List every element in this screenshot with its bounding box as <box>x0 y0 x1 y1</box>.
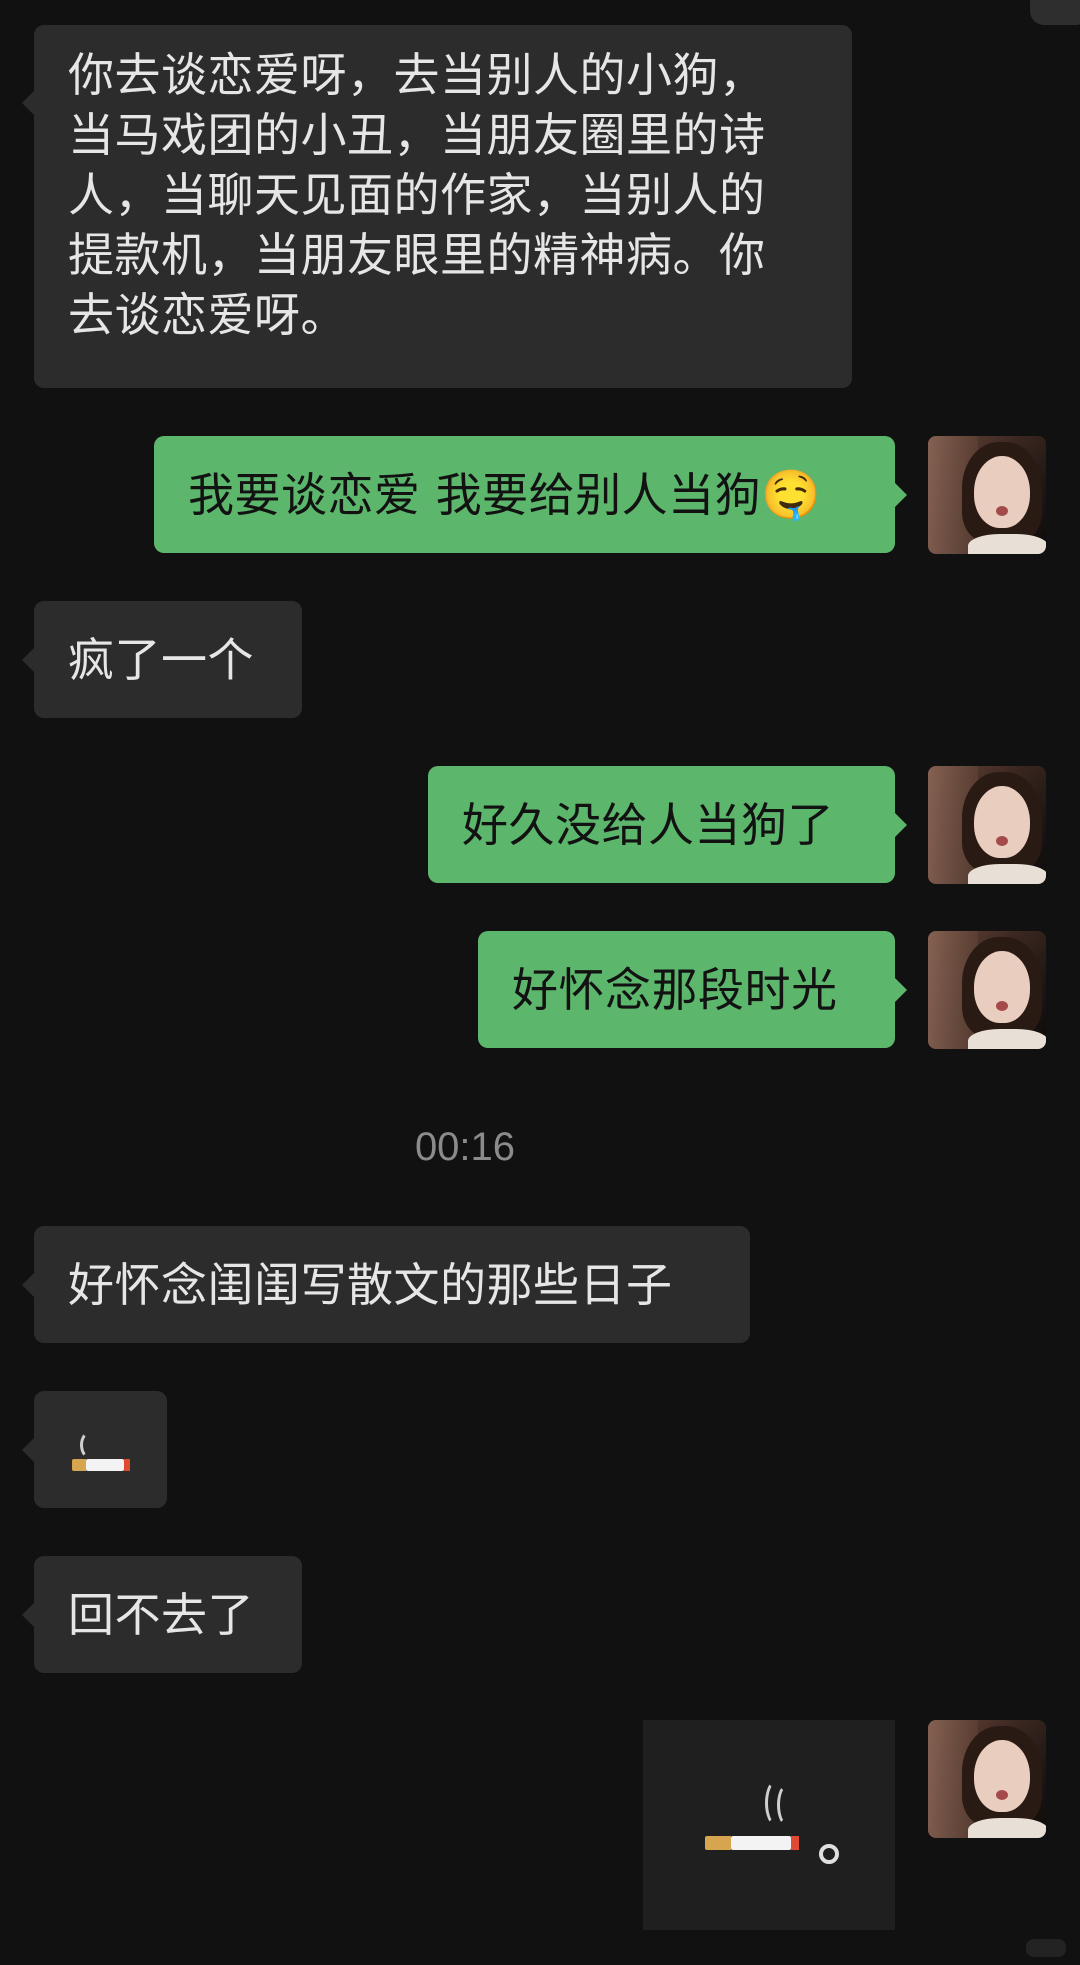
message-line: 提款机，当朋友眼里的精神病。你 <box>68 228 766 282</box>
user-avatar[interactable] <box>928 436 1046 554</box>
message-bubble-incoming[interactable]: 好怀念闺闺写散文的那些日子 <box>22 1226 750 1343</box>
message-line: 当马戏团的小丑，当朋友圈里的诗 <box>68 108 766 162</box>
partial-bubble-top <box>1030 0 1080 25</box>
message-text: 我要谈恋爱 我要给别人当狗 <box>188 467 762 522</box>
message-bubble-outgoing[interactable]: 我要谈恋爱 我要给别人当狗 🤤 <box>154 436 907 553</box>
user-avatar[interactable] <box>928 931 1046 1049</box>
message-bubble-incoming[interactable]: 回不去了 <box>22 1556 302 1673</box>
message-bubble-outgoing[interactable]: 好怀念那段时光 <box>478 931 907 1048</box>
sticker-message[interactable] <box>643 1720 895 1930</box>
message-line: 人，当聊天见面的作家，当别人的 <box>68 168 766 222</box>
user-avatar[interactable] <box>928 766 1046 884</box>
smoke-ring-icon <box>819 1844 839 1864</box>
message-bubble-incoming[interactable]: 你去谈恋爱呀，去当别人的小狗， 当马戏团的小丑，当朋友圈里的诗 人，当聊天见面的… <box>22 25 852 388</box>
message-bubble-incoming[interactable] <box>22 1391 167 1508</box>
message-text: 疯了一个 <box>68 632 254 687</box>
message-line: 去谈恋爱呀。 <box>68 288 347 342</box>
message-line: 你去谈恋爱呀，去当别人的小狗， <box>68 48 766 102</box>
chat-view: 你去谈恋爱呀，去当别人的小狗， 当马戏团的小丑，当朋友圈里的诗 人，当聊天见面的… <box>0 0 1080 1965</box>
message-text: 回不去了 <box>68 1587 254 1642</box>
message-text: 好怀念那段时光 <box>512 962 838 1017</box>
message-bubble-outgoing[interactable]: 好久没给人当狗了 <box>428 766 907 883</box>
watermark-logo <box>1026 1939 1066 1957</box>
message-bubble-incoming[interactable]: 疯了一个 <box>22 601 302 718</box>
cigarette-icon <box>72 1431 132 1471</box>
message-text: 好怀念闺闺写散文的那些日子 <box>68 1257 673 1312</box>
cigarette-icon <box>705 1780 805 1850</box>
message-text: 好久没给人当狗了 <box>462 797 834 852</box>
user-avatar[interactable] <box>928 1720 1046 1838</box>
message-timestamp: 00:16 <box>414 1125 516 1169</box>
drooling-heart-eyes-emoji-icon: 🤤 <box>761 466 822 523</box>
